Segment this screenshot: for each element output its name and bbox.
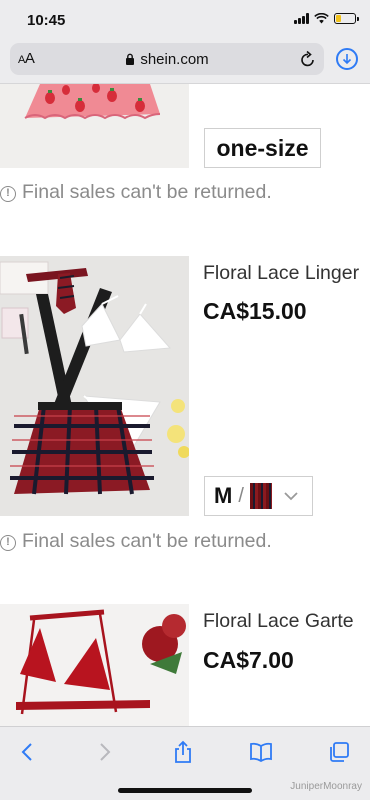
back-icon bbox=[21, 743, 32, 761]
book-icon bbox=[250, 742, 272, 762]
variant-size: M bbox=[214, 483, 233, 508]
product-image-plaid-lingerie[interactable] bbox=[0, 256, 189, 516]
notice-text: Final sales can't be returned. bbox=[22, 181, 272, 203]
wifi-icon bbox=[314, 13, 329, 24]
download-arrow-icon bbox=[342, 54, 352, 65]
battery-icon bbox=[334, 13, 359, 24]
watermark: JuniperMoonray bbox=[290, 781, 362, 792]
chevron-down-icon bbox=[284, 491, 298, 500]
status-icons bbox=[294, 13, 359, 24]
final-sale-notice: ! Final sales can't be returned. bbox=[0, 181, 272, 204]
size-label: one-size bbox=[216, 134, 309, 161]
share-icon bbox=[175, 740, 191, 763]
product-name[interactable]: Floral Lace Garte bbox=[203, 610, 354, 633]
tabs-button[interactable] bbox=[325, 739, 353, 765]
url-text: shein.com bbox=[140, 51, 209, 68]
bookmarks-button[interactable] bbox=[247, 739, 275, 765]
status-time: 10:45 bbox=[27, 12, 66, 29]
cellular-signal-icon bbox=[294, 13, 309, 24]
home-indicator[interactable] bbox=[118, 788, 252, 793]
product-image-strawberry-skirt[interactable] bbox=[0, 84, 189, 168]
final-sale-notice: ! Final sales can't be returned. bbox=[0, 530, 272, 553]
notice-text: Final sales can't be returned. bbox=[22, 530, 272, 552]
product-image-red-lace-garter[interactable] bbox=[0, 604, 189, 726]
size-selector-one-size[interactable]: one-size bbox=[204, 128, 321, 168]
info-icon: ! bbox=[0, 535, 16, 551]
forward-button[interactable] bbox=[91, 739, 119, 765]
variant-separator: / bbox=[238, 484, 244, 507]
forward-icon bbox=[100, 743, 111, 761]
info-icon: ! bbox=[0, 186, 16, 202]
cart-content: one-size ! Final sales can't be returned. bbox=[0, 84, 370, 726]
address-bar[interactable]: AAAA shein.com bbox=[10, 43, 324, 75]
tabs-icon bbox=[330, 742, 349, 762]
product-name[interactable]: Floral Lace Linger bbox=[203, 262, 359, 285]
share-button[interactable] bbox=[169, 739, 197, 765]
lock-icon bbox=[126, 53, 135, 65]
reload-icon[interactable] bbox=[300, 50, 316, 68]
battery-level bbox=[336, 15, 341, 22]
product-price: CA$15.00 bbox=[203, 298, 307, 324]
download-button[interactable] bbox=[336, 48, 358, 70]
variant-selector[interactable]: M / bbox=[204, 476, 313, 516]
url-field[interactable]: shein.com bbox=[10, 51, 324, 68]
browser-top-bar: 10:45 AAAA shein.com bbox=[0, 0, 370, 84]
product-price: CA$7.00 bbox=[203, 647, 294, 673]
back-button[interactable] bbox=[13, 739, 41, 765]
color-swatch bbox=[249, 483, 272, 509]
